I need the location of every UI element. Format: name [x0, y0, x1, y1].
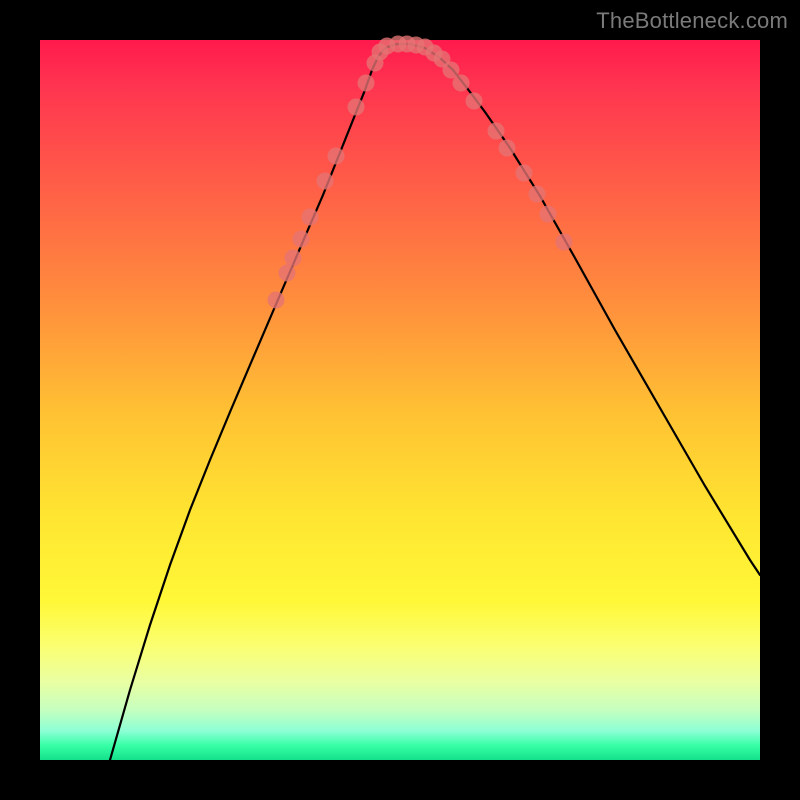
data-marker — [293, 231, 310, 248]
data-marker — [529, 186, 546, 203]
chart-frame: TheBottleneck.com — [0, 0, 800, 800]
data-marker — [268, 292, 285, 309]
data-marker — [328, 148, 345, 165]
plot-area — [40, 40, 760, 760]
data-marker — [358, 75, 375, 92]
data-marker — [279, 265, 296, 282]
marker-group — [268, 36, 573, 309]
data-marker — [348, 99, 365, 116]
data-marker — [540, 206, 557, 223]
data-marker — [317, 173, 334, 190]
chart-svg — [40, 40, 760, 760]
data-marker — [466, 93, 483, 110]
bottleneck-curve — [110, 44, 760, 760]
data-marker — [499, 140, 516, 157]
data-marker — [516, 165, 533, 182]
data-marker — [556, 234, 573, 251]
data-marker — [285, 250, 302, 267]
data-marker — [488, 123, 505, 140]
data-marker — [453, 75, 470, 92]
watermark-text: TheBottleneck.com — [596, 8, 788, 34]
data-marker — [302, 209, 319, 226]
